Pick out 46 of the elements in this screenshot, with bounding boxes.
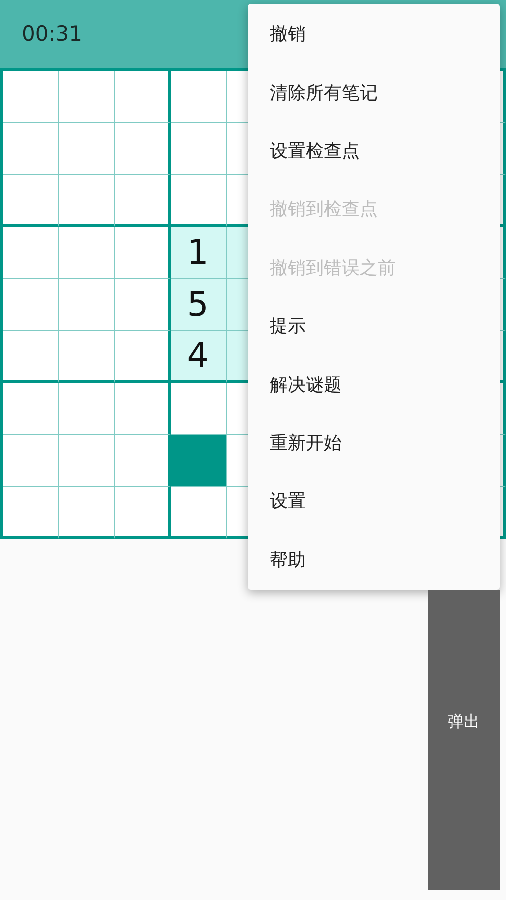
grid-cell[interactable] — [114, 71, 171, 123]
grid-cell[interactable]: 1 — [170, 227, 227, 279]
menu-item[interactable]: 设置检查点 — [248, 122, 500, 180]
grid-cell[interactable] — [3, 123, 59, 175]
grid-cell[interactable] — [3, 279, 59, 331]
grid-cell[interactable] — [170, 123, 227, 175]
grid-cell[interactable] — [3, 487, 59, 539]
grid-cell[interactable] — [170, 435, 227, 487]
grid-cell[interactable] — [114, 331, 171, 383]
grid-cell[interactable] — [3, 383, 59, 435]
menu-item[interactable]: 提示 — [248, 296, 500, 356]
grid-cell[interactable] — [58, 279, 115, 331]
grid-cell[interactable] — [3, 435, 59, 487]
menu-item[interactable]: 重新开始 — [248, 414, 500, 472]
grid-cell[interactable] — [58, 383, 115, 435]
grid-cell[interactable]: 5 — [170, 279, 227, 331]
menu-item[interactable]: 帮助 — [248, 530, 500, 589]
grid-cell[interactable] — [170, 175, 227, 227]
grid-cell[interactable] — [114, 383, 171, 435]
menu-item[interactable]: 解决谜题 — [248, 355, 500, 414]
menu-item[interactable]: 撤销 — [248, 5, 500, 64]
grid-cell[interactable] — [114, 435, 171, 487]
grid-cell[interactable] — [58, 435, 115, 487]
grid-cell[interactable] — [58, 123, 115, 175]
grid-cell[interactable] — [3, 175, 59, 227]
grid-cell[interactable] — [58, 331, 115, 383]
grid-cell[interactable] — [170, 487, 227, 539]
grid-cell[interactable] — [3, 71, 59, 123]
menu-item[interactable]: 设置 — [248, 472, 500, 531]
grid-cell[interactable] — [114, 175, 171, 227]
grid-cell[interactable] — [58, 175, 115, 227]
menu-item[interactable]: 清除所有笔记 — [248, 63, 500, 122]
timer-text: 00:31 — [22, 22, 83, 46]
grid-cell[interactable] — [114, 227, 171, 279]
grid-cell[interactable] — [58, 71, 115, 123]
grid-cell[interactable] — [170, 71, 227, 123]
grid-cell[interactable] — [3, 331, 59, 383]
grid-cell[interactable] — [58, 227, 115, 279]
grid-cell[interactable] — [58, 487, 115, 539]
grid-cell[interactable]: 4 — [170, 331, 227, 383]
grid-cell[interactable] — [114, 279, 171, 331]
eject-button[interactable]: 弹出 — [428, 590, 500, 890]
grid-cell[interactable] — [114, 123, 171, 175]
grid-cell[interactable] — [3, 227, 59, 279]
grid-cell[interactable] — [170, 383, 227, 435]
grid-cell[interactable] — [114, 487, 171, 539]
